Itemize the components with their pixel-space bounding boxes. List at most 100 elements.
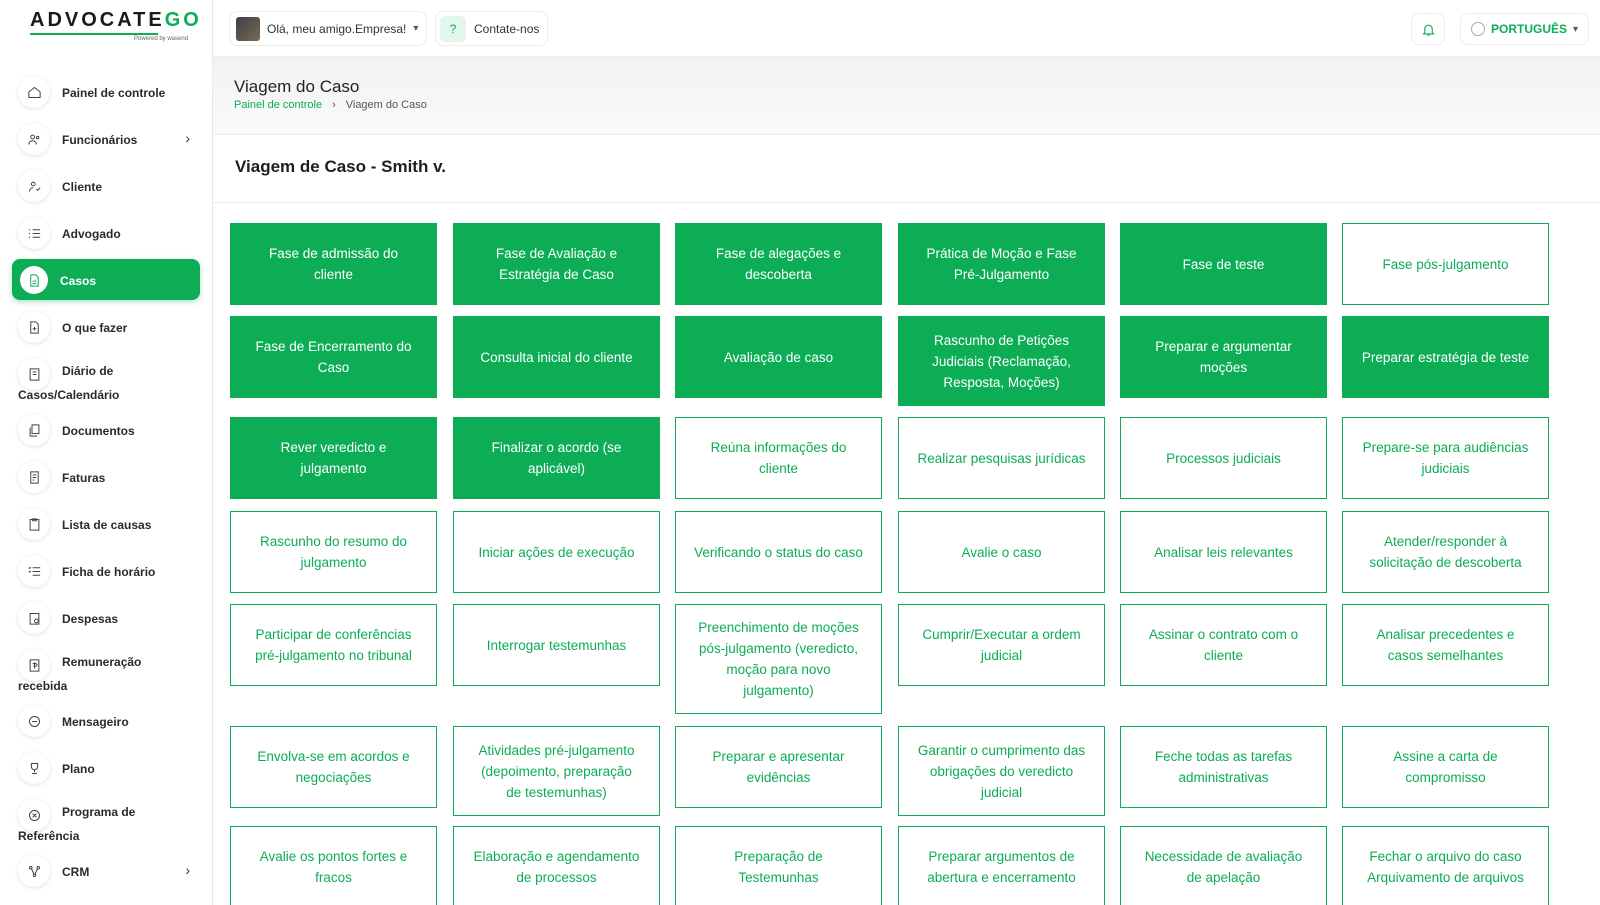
breadcrumb-separator: › <box>332 99 336 111</box>
sidebar-item-cliente[interactable]: Cliente <box>12 165 200 206</box>
sidebar-item-programa-de[interactable]: Programa de Referência <box>12 794 200 844</box>
logo-powered-by: Powered by wasend <box>134 36 189 42</box>
clipboard-icon <box>18 508 50 540</box>
case-stage-tile[interactable]: Fase de Avaliação e Estratégia de Caso <box>453 223 660 305</box>
sidebar-item-label: Funcionários <box>50 118 137 148</box>
case-stage-label: Assinar o contrato com o cliente <box>1148 627 1299 663</box>
case-stage-tile[interactable]: Fase de teste <box>1120 223 1327 305</box>
case-stage-tile[interactable]: Cumprir/Executar a ordem judicial <box>898 604 1105 686</box>
case-stage-tile[interactable]: Rascunho do resumo do julgamento <box>230 511 437 593</box>
case-stage-tile[interactable]: Atender/responder à solicitação de desco… <box>1342 511 1549 593</box>
logo-brand-accent: GO <box>164 9 202 31</box>
sidebar-item-label-line1: CRM <box>62 865 90 879</box>
documents-icon <box>18 414 50 446</box>
sidebar-item-ficha-de-hor-rio[interactable]: Ficha de horário <box>12 550 200 591</box>
case-stage-tile[interactable]: Envolva-se em acordos e negociações <box>230 726 437 808</box>
case-stage-tile[interactable]: Assinar o contrato com o cliente <box>1120 604 1327 686</box>
payment-icon <box>18 649 50 681</box>
case-stage-tile[interactable]: Fase de Encerramento do Caso <box>230 316 437 398</box>
case-stage-tile[interactable]: Avalie o caso <box>898 511 1105 593</box>
case-stage-tile[interactable]: Rascunho de Petições Judiciais (Reclamaç… <box>898 316 1105 406</box>
case-stage-label: Assine a carta de compromisso <box>1393 749 1498 785</box>
case-stage-label: Preenchimento de moções pós-julgamento (… <box>698 620 859 698</box>
case-stage-tile[interactable]: Preparar argumentos de abertura e encerr… <box>898 826 1105 905</box>
sidebar-item-lista-de-causas[interactable]: Lista de causas <box>12 503 200 544</box>
case-stage-label: Elaboração e agendamento de processos <box>473 849 640 885</box>
case-stage-tile[interactable]: Reúna informações do cliente <box>675 417 882 499</box>
case-stage-tile[interactable]: Prepare-se para audiências judiciais <box>1342 417 1549 499</box>
sidebar-item-casos[interactable]: Casos <box>12 259 200 300</box>
case-stage-label: Realizar pesquisas jurídicas <box>917 450 1086 466</box>
case-stage-label: Preparar e apresentar evidências <box>712 749 845 785</box>
case-stage-tile[interactable]: Avalie os pontos fortes e fracos <box>230 826 437 905</box>
sidebar-item-o-que-fazer[interactable]: O que fazer <box>12 306 200 347</box>
case-stage-tile[interactable]: Fase de admissão do cliente <box>230 223 437 305</box>
breadcrumb-home-link[interactable]: Painel de controle <box>234 99 322 111</box>
sidebar-item-remunera-o[interactable]: Remuneração recebida <box>12 644 200 694</box>
language-selector[interactable]: PORTUGUÊS ▾ <box>1460 13 1590 45</box>
case-stage-tile[interactable]: Assine a carta de compromisso <box>1342 726 1549 808</box>
card-title: Viagem de Caso - Smith v. <box>235 157 446 176</box>
case-stage-tile[interactable]: Preparar e apresentar evidências <box>675 726 882 808</box>
case-stage-label: Rever veredicto e julgamento <box>280 440 387 476</box>
user-menu-button[interactable]: Olá, meu amigo.Empresa! ▾ <box>229 11 428 46</box>
case-stage-tile[interactable]: Verificando o status do caso <box>675 511 882 593</box>
case-stage-tile[interactable]: Elaboração e agendamento de processos <box>453 826 660 905</box>
case-stage-tile[interactable]: Avaliação de caso <box>675 316 882 398</box>
case-stage-label: Prepare-se para audiências judiciais <box>1362 440 1529 476</box>
case-stage-label: Preparar estratégia de teste <box>1361 349 1530 365</box>
case-stage-label: Feche todas as tarefas administrativas <box>1154 749 1293 785</box>
language-label: PORTUGUÊS <box>1491 22 1568 36</box>
case-stage-label: Fase de Avaliação e Estratégia de Caso <box>495 246 618 282</box>
case-stage-tile[interactable]: Analisar precedentes e casos semelhantes <box>1342 604 1549 686</box>
sidebar-item-label: Diário de Casos/Calendário <box>18 353 119 403</box>
sidebar-item-despesas[interactable]: Despesas <box>12 597 200 638</box>
case-stage-tile[interactable]: Realizar pesquisas jurídicas <box>898 417 1105 499</box>
case-stage-label: Preparação de Testemunhas <box>734 849 823 885</box>
case-stage-tile[interactable]: Necessidade de avaliação de apelação <box>1120 826 1327 905</box>
case-stage-tile[interactable]: Preparação de Testemunhas <box>675 826 882 905</box>
sidebar-item-funcion-rios[interactable]: Funcionários › <box>12 118 200 159</box>
sidebar-item-advogado[interactable]: Advogado <box>12 212 200 253</box>
sidebar-item-label-line1: Funcionários <box>62 133 138 147</box>
sidebar-item-label-line1: Faturas <box>62 471 106 485</box>
case-stage-tile[interactable]: Preparar estratégia de teste <box>1342 316 1549 398</box>
todo-icon <box>18 311 50 343</box>
sidebar-item-di-rio-de[interactable]: Diário de Casos/Calendário <box>12 353 200 403</box>
case-stage-tile[interactable]: Analisar leis relevantes <box>1120 511 1327 593</box>
sidebar-item-mensageiro[interactable]: Mensageiro <box>12 700 200 741</box>
chevron-down-icon: ▾ <box>413 23 419 34</box>
chevron-right-icon: › <box>185 130 190 146</box>
case-stage-tile[interactable]: Fechar o arquivo do caso Arquivamento de… <box>1342 826 1549 905</box>
case-stage-tile[interactable]: Interrogar testemunhas <box>453 604 660 686</box>
case-stage-tile[interactable]: Processos judiciais <box>1120 417 1327 499</box>
sidebar-item-crm[interactable]: CRM › <box>12 850 200 891</box>
case-stage-tile[interactable]: Prática de Moção e Fase Pré-Julgamento <box>898 223 1105 305</box>
case-stage-tile[interactable]: Feche todas as tarefas administrativas <box>1120 726 1327 808</box>
case-stage-tile[interactable]: Atividades pré-julgamento (depoimento, p… <box>453 726 660 816</box>
sidebar-item-label: Faturas <box>50 456 105 486</box>
case-stage-tile[interactable]: Consulta inicial do cliente <box>453 316 660 398</box>
case-stage-tile[interactable]: Fase pós-julgamento <box>1342 223 1549 305</box>
case-stage-tile[interactable]: Iniciar ações de execução <box>453 511 660 593</box>
sidebar-item-label: Cliente <box>50 165 102 195</box>
case-stage-tile[interactable]: Rever veredicto e julgamento <box>230 417 437 499</box>
case-stage-tile[interactable]: Fase de alegações e descoberta <box>675 223 882 305</box>
sidebar-item-faturas[interactable]: Faturas <box>12 456 200 497</box>
case-stage-tile[interactable]: Garantir o cumprimento das obrigações do… <box>898 726 1105 816</box>
sidebar-item-label: Remuneração recebida <box>18 644 141 694</box>
sidebar-item-painel-de-controle[interactable]: Painel de controle <box>12 71 200 112</box>
sidebar-item-plano[interactable]: Plano <box>12 747 200 788</box>
user-greeting: Olá, meu amigo.Empresa! <box>267 21 407 36</box>
case-stage-tile[interactable]: Finalizar o acordo (se aplicável) <box>453 417 660 499</box>
case-stage-label: Participar de conferências pré-julgament… <box>255 627 412 663</box>
contact-us-button[interactable]: ? Contate-nos <box>435 11 549 46</box>
case-stage-tile[interactable]: Participar de conferências pré-julgament… <box>230 604 437 686</box>
client-icon <box>18 170 50 202</box>
sidebar-item-documentos[interactable]: Documentos <box>12 409 200 450</box>
case-stage-label: Fase de teste <box>1182 256 1265 272</box>
case-stage-tile[interactable]: Preenchimento de moções pós-julgamento (… <box>675 604 882 714</box>
case-stage-tile[interactable]: Preparar e argumentar moções <box>1120 316 1327 398</box>
notifications-button[interactable] <box>1411 13 1445 45</box>
app-logo[interactable]: ADVOCATEGO Powered by wasend <box>0 0 212 57</box>
